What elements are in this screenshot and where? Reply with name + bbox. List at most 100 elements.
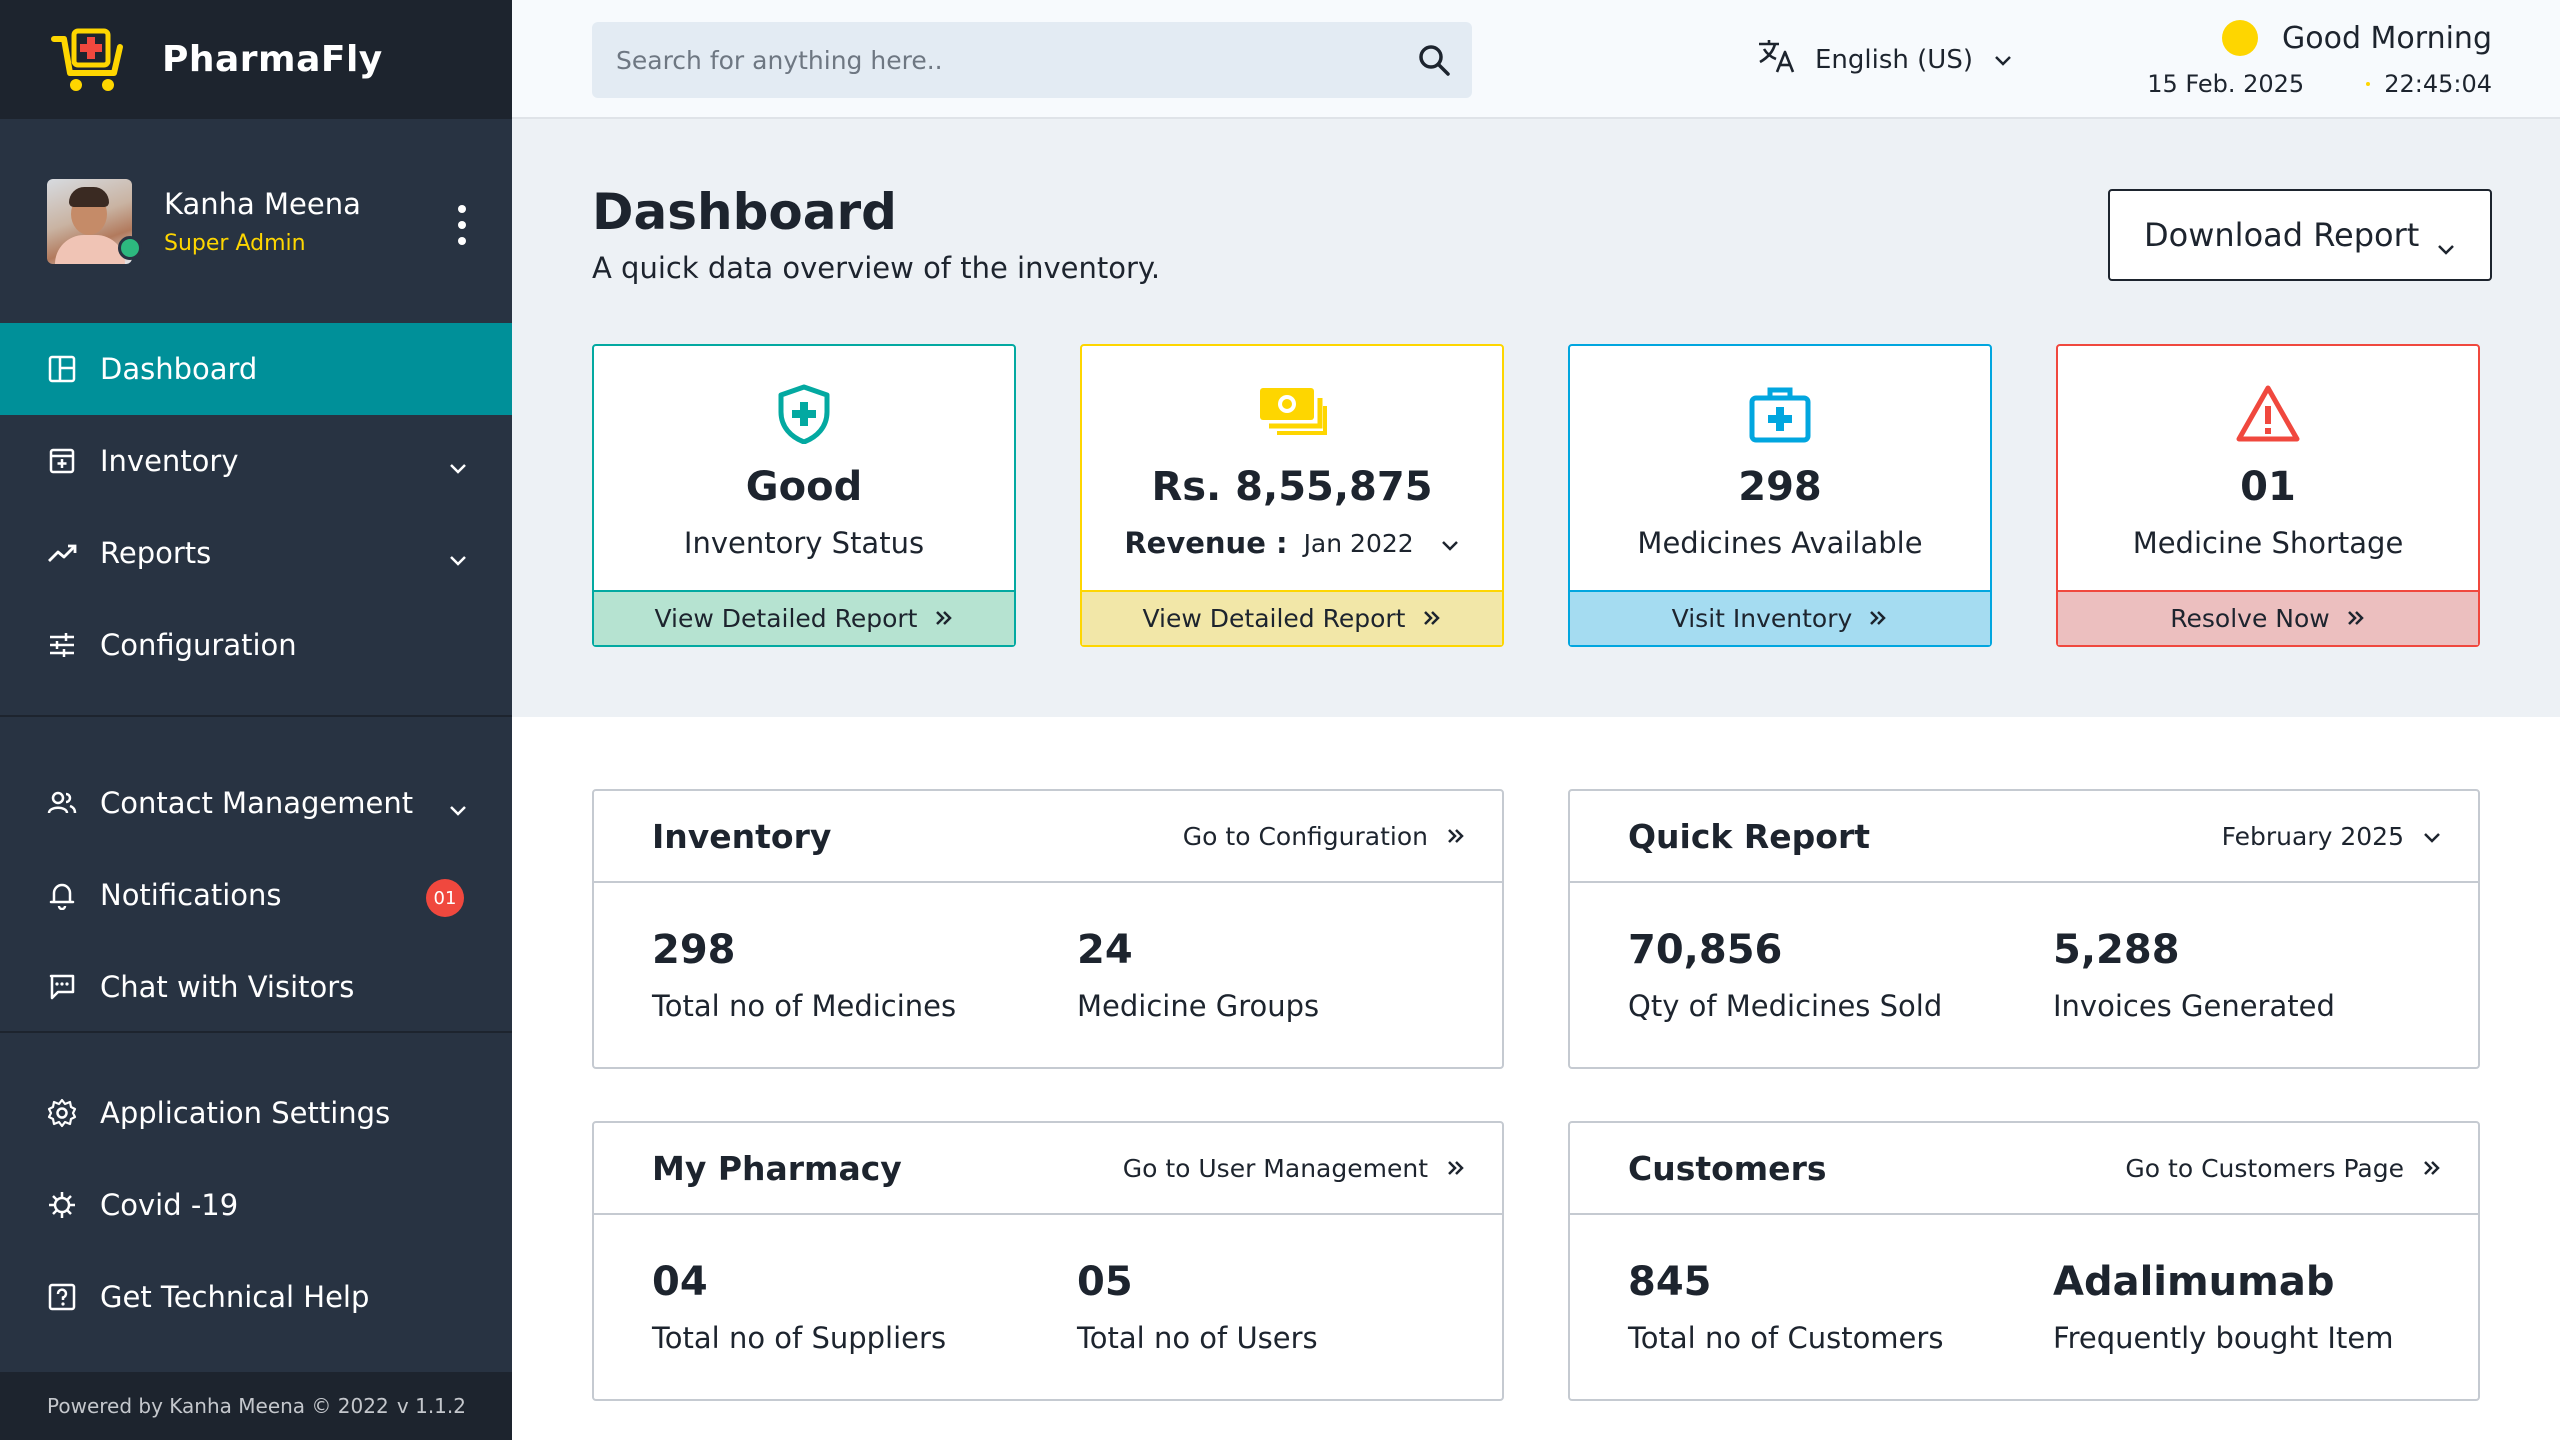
dashboard-icon <box>46 353 78 385</box>
search-input[interactable] <box>616 45 1396 75</box>
greeting-text: Good Morning <box>2282 20 2492 56</box>
stat-value: Rs. 8,55,875 <box>1151 464 1433 510</box>
metric-label: Qty of Medicines Sold <box>1628 989 1943 1023</box>
stat-label: Medicines Available <box>1637 526 1923 560</box>
sidebar: PharmaFly Kanha Meena Super Admin Dashbo… <box>0 0 512 1440</box>
revenue-month-select[interactable]: Jan 2022 <box>1304 529 1414 558</box>
chevron-down-icon[interactable] <box>1440 526 1460 560</box>
greeting-widget: Good Morning 15 Feb. 2025 22:45:04 <box>2147 20 2492 98</box>
nav-group-communication: Contact Management Notifications 01 Chat… <box>0 717 512 1033</box>
metric-label: Total no of Users <box>1077 1321 1318 1355</box>
notification-count-badge: 01 <box>426 879 464 917</box>
double-chevron-right-icon <box>1422 604 1442 633</box>
double-chevron-right-icon <box>1868 604 1888 633</box>
version-text: v 1.1.2 <box>396 1394 466 1418</box>
stat-value: 01 <box>2240 464 2296 510</box>
stat-action-label: View Detailed Report <box>1142 604 1406 633</box>
sidebar-item-label: Inventory <box>100 444 239 478</box>
stat-action-label: Visit Inventory <box>1671 604 1853 633</box>
sidebar-item-dashboard[interactable]: Dashboard <box>0 323 512 415</box>
sidebar-item-get-technical-help[interactable]: Get Technical Help <box>0 1251 512 1343</box>
chevron-down-icon[interactable] <box>448 791 468 825</box>
chevron-down-icon[interactable] <box>448 449 468 483</box>
stat-label: Inventory Status <box>683 526 925 560</box>
separator-dot <box>2366 82 2371 86</box>
more-options-icon[interactable] <box>458 205 466 245</box>
sidebar-item-label: Chat with Visitors <box>100 970 355 1004</box>
sidebar-item-configuration[interactable]: Configuration <box>0 599 512 691</box>
stat-label: Revenue : <box>1124 526 1288 560</box>
summary-panels: Inventory Go to Configuration 298 Total n… <box>512 717 2560 1440</box>
help-icon <box>46 1281 78 1313</box>
current-time: 22:45:04 <box>2384 70 2492 98</box>
chevron-down-icon[interactable] <box>448 541 468 575</box>
chat-icon <box>46 971 78 1003</box>
chevron-down-icon <box>2436 227 2456 265</box>
metric-label: Total no of Suppliers <box>652 1321 947 1355</box>
page-subtitle: A quick data overview of the inventory. <box>592 251 1161 285</box>
metric-label: Total no of Medicines <box>652 989 957 1023</box>
current-date: 15 Feb. 2025 <box>2147 70 2305 98</box>
view-detailed-report-link[interactable]: View Detailed Report <box>594 590 1014 645</box>
sidebar-item-application-settings[interactable]: Application Settings <box>0 1067 512 1159</box>
metric-label: Invoices Generated <box>2053 989 2335 1023</box>
sidebar-item-reports[interactable]: Reports <box>0 507 512 599</box>
nav-group-settings: Application Settings Covid -19 Get Techn… <box>0 1033 512 1343</box>
sidebar-item-label: Contact Management <box>100 786 414 820</box>
sidebar-item-chat-with-visitors[interactable]: Chat with Visitors <box>0 941 512 1033</box>
metric-label: Frequently bought Item <box>2053 1321 2394 1355</box>
go-to-configuration-link[interactable]: Go to Configuration <box>1183 822 1466 851</box>
user-name: Kanha Meena <box>164 186 361 221</box>
brand-header[interactable]: PharmaFly <box>0 0 512 119</box>
double-chevron-right-icon <box>1446 822 1466 851</box>
metric-value: 298 <box>652 927 736 973</box>
sidebar-item-covid-19[interactable]: Covid -19 <box>0 1159 512 1251</box>
translate-icon <box>1757 38 1797 81</box>
report-period-select[interactable]: February 2025 <box>2222 822 2442 851</box>
shield-plus-icon <box>594 384 1014 444</box>
search-bar[interactable] <box>592 22 1472 98</box>
money-icon <box>1082 384 1502 444</box>
language-selector[interactable]: English (US) <box>1757 38 2013 81</box>
stat-action-label: Resolve Now <box>2170 604 2330 633</box>
double-chevron-right-icon <box>2422 1154 2442 1183</box>
resolve-now-link[interactable]: Resolve Now <box>2058 590 2478 645</box>
view-detailed-report-link[interactable]: View Detailed Report <box>1082 590 1502 645</box>
metric-value: 845 <box>1628 1259 1712 1305</box>
stat-value: 298 <box>1738 464 1822 510</box>
user-profile[interactable]: Kanha Meena Super Admin <box>0 119 512 323</box>
sidebar-item-contact-management[interactable]: Contact Management <box>0 757 512 849</box>
panel-link-label: Go to User Management <box>1122 1153 1428 1183</box>
top-bar: English (US) Good Morning 15 Feb. 2025 2… <box>512 0 2560 119</box>
metric-label: Total no of Customers <box>1628 1321 1944 1355</box>
sidebar-item-label: Dashboard <box>100 352 258 386</box>
sidebar-item-notifications[interactable]: Notifications 01 <box>0 849 512 941</box>
metric-value: 05 <box>1077 1259 1133 1305</box>
stat-label: Medicine Shortage <box>2132 526 2404 560</box>
warning-icon <box>2058 384 2478 444</box>
dashboard-overview: Dashboard A quick data overview of the i… <box>512 119 2560 717</box>
metric-label: Medicine Groups <box>1077 989 1320 1023</box>
bell-icon <box>46 879 78 911</box>
download-report-button[interactable]: Download Report <box>2108 189 2492 281</box>
configuration-icon <box>46 629 78 661</box>
go-to-user-management-link[interactable]: Go to User Management <box>1123 1154 1466 1183</box>
double-chevron-right-icon <box>2346 604 2366 633</box>
user-role: Super Admin <box>164 230 306 256</box>
panel-title: My Pharmacy <box>652 1148 902 1188</box>
stat-action-label: View Detailed Report <box>654 604 918 633</box>
customers-panel: Customers Go to Customers Page 845 Total … <box>1568 1121 2480 1401</box>
metric-value: 70,856 <box>1628 927 1783 973</box>
metric-value: 04 <box>652 1259 708 1305</box>
quick-report-panel: Quick Report February 2025 70,856 Qty of … <box>1568 789 2480 1069</box>
sidebar-item-inventory[interactable]: Inventory <box>0 415 512 507</box>
report-period-label: February 2025 <box>2221 821 2404 851</box>
chevron-down-icon <box>1993 45 2013 75</box>
powered-by-text: Powered by Kanha Meena © 2022 <box>47 1394 389 1418</box>
page-title: Dashboard <box>592 183 897 241</box>
go-to-customers-page-link[interactable]: Go to Customers Page <box>2125 1154 2442 1183</box>
my-pharmacy-panel: My Pharmacy Go to User Management 04 Tota… <box>592 1121 1504 1401</box>
avatar[interactable] <box>47 178 142 264</box>
search-icon[interactable] <box>1416 42 1452 78</box>
visit-inventory-link[interactable]: Visit Inventory <box>1570 590 1990 645</box>
